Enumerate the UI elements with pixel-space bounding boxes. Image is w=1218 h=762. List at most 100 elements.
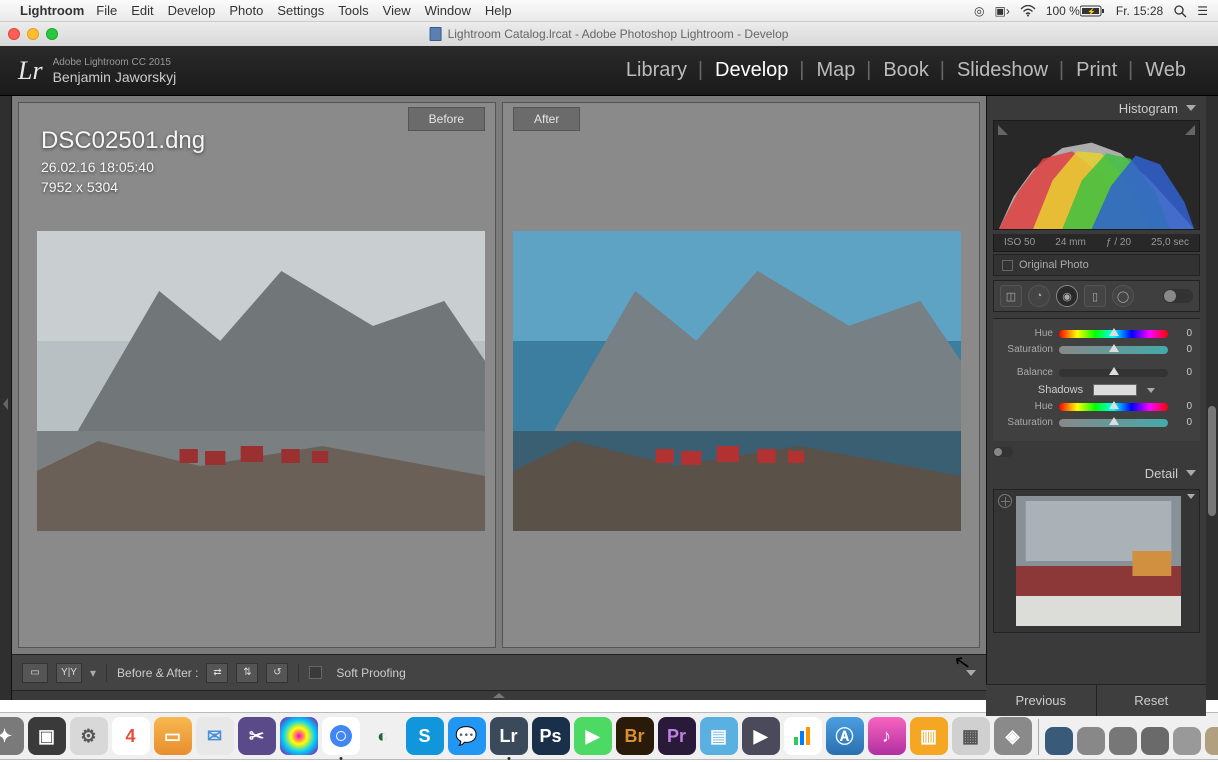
dock-stack-6[interactable] xyxy=(1205,727,1218,755)
dock-stack-1[interactable] xyxy=(1045,727,1073,755)
wifi-icon[interactable] xyxy=(1020,5,1036,17)
module-print[interactable]: Print xyxy=(1062,59,1131,82)
menubar-app-name[interactable]: Lightroom xyxy=(20,3,84,18)
window-minimize-button[interactable] xyxy=(27,28,39,40)
menu-edit[interactable]: Edit xyxy=(131,3,153,18)
shadows-color-swatch[interactable] xyxy=(1093,384,1137,396)
module-library[interactable]: Library xyxy=(612,59,701,82)
dock-mail[interactable]: ✉ xyxy=(196,717,234,755)
dock-stack-5[interactable] xyxy=(1173,727,1201,755)
shadows-hue-slider[interactable] xyxy=(1059,403,1168,411)
saturation-slider[interactable] xyxy=(1059,346,1168,354)
dock-safari[interactable]: ✦ xyxy=(0,717,24,755)
dock-itunes[interactable]: ♪ xyxy=(868,717,906,755)
ba-mode-1-button[interactable]: ⇄ xyxy=(206,663,228,683)
scrollbar-thumb[interactable] xyxy=(1208,406,1216,516)
dock-messages[interactable]: 💬 xyxy=(448,717,486,755)
detail-target-icon[interactable] xyxy=(998,494,1012,508)
dock-imageoptim[interactable]: ▦ xyxy=(952,717,990,755)
dock-facetime[interactable]: ▶ xyxy=(574,717,612,755)
dock-stack-2[interactable] xyxy=(1077,727,1105,755)
dock-settings[interactable]: ⚙ xyxy=(70,717,108,755)
dock-terminal[interactable]: ▣ xyxy=(28,717,66,755)
module-book[interactable]: Book xyxy=(869,59,943,82)
spot-removal-tool[interactable]: ◔ xyxy=(1028,285,1050,307)
before-after-yy-button[interactable]: Y|Y xyxy=(56,663,82,683)
dock-stack-3[interactable] xyxy=(1109,727,1137,755)
detail-zoom-icon[interactable] xyxy=(1187,494,1195,499)
dock-numbers[interactable] xyxy=(784,717,822,755)
dock-ibooks[interactable]: ▥ xyxy=(910,717,948,755)
right-panel-scrollbar[interactable] xyxy=(1206,96,1218,700)
before-panel[interactable]: Before DSC02501.dng 26.02.16 18:05:40 79… xyxy=(18,102,496,648)
before-after-dropdown-icon[interactable]: ▾ xyxy=(90,666,96,680)
menu-photo[interactable]: Photo xyxy=(229,3,263,18)
original-photo-row[interactable]: Original Photo xyxy=(993,254,1200,276)
dock-chrome[interactable] xyxy=(322,717,360,755)
dock-photos[interactable] xyxy=(280,717,318,755)
radial-filter-tool[interactable]: ◯ xyxy=(1112,285,1134,307)
menu-settings[interactable]: Settings xyxy=(277,3,324,18)
dock-calendar[interactable]: 4 xyxy=(112,717,150,755)
original-photo-checkbox[interactable] xyxy=(1002,260,1013,271)
spotlight-icon[interactable] xyxy=(1173,4,1187,18)
creative-cloud-icon[interactable]: ◎ xyxy=(974,4,984,18)
hue-slider[interactable] xyxy=(1059,330,1168,338)
soft-proofing-checkbox[interactable] xyxy=(309,666,322,679)
menubar-clock[interactable]: Fr. 15:28 xyxy=(1116,4,1163,18)
detail-panel-header[interactable]: Detail xyxy=(987,461,1206,485)
dock-skype[interactable]: S xyxy=(406,717,444,755)
detail-100pct-preview[interactable] xyxy=(1016,496,1181,626)
dock-dropbox[interactable]: ◈ xyxy=(994,717,1032,755)
crop-tool[interactable]: ◫ xyxy=(1000,285,1022,307)
tool-toggle[interactable] xyxy=(1163,289,1193,303)
dock-bridge[interactable]: Br xyxy=(616,717,654,755)
left-panel-collapsed[interactable] xyxy=(0,96,12,700)
dock-lightroom[interactable]: Lr xyxy=(490,717,528,755)
loupe-view-button[interactable]: ▭ xyxy=(22,663,48,683)
histogram[interactable] xyxy=(993,120,1200,230)
menu-file[interactable]: File xyxy=(96,3,117,18)
window-close-button[interactable] xyxy=(8,28,20,40)
redeye-tool[interactable]: ◉ xyxy=(1056,285,1078,307)
module-web[interactable]: Web xyxy=(1131,59,1200,82)
dock-stack-4[interactable] xyxy=(1141,727,1169,755)
shadows-sat-slider[interactable] xyxy=(1059,419,1168,427)
balance-slider[interactable] xyxy=(1059,369,1168,377)
previous-button[interactable]: Previous xyxy=(986,685,1097,716)
shadow-clipping-icon[interactable] xyxy=(998,125,1008,135)
menu-window[interactable]: Window xyxy=(425,3,471,18)
screen-record-icon[interactable]: ▣› xyxy=(994,4,1009,18)
menu-view[interactable]: View xyxy=(383,3,411,18)
menu-help[interactable]: Help xyxy=(485,3,512,18)
battery-status[interactable]: 100 % ⚡ xyxy=(1046,4,1106,18)
module-map[interactable]: Map xyxy=(802,59,869,82)
filmstrip-collapse-handle[interactable] xyxy=(12,690,986,700)
ba-mode-2-button[interactable]: ⇅ xyxy=(236,663,258,683)
panel-collapse-icon[interactable] xyxy=(1186,470,1196,476)
ba-mode-3-button[interactable]: ↺ xyxy=(266,663,288,683)
dock-premiere[interactable]: Pr xyxy=(658,717,696,755)
dock-quicktime[interactable]: ▶ xyxy=(742,717,780,755)
module-slideshow[interactable]: Slideshow xyxy=(943,59,1062,82)
highlight-clipping-icon[interactable] xyxy=(1185,125,1195,135)
histogram-panel-header[interactable]: Histogram xyxy=(987,96,1206,120)
after-panel[interactable]: After xyxy=(502,102,980,648)
shadows-collapse-icon[interactable] xyxy=(1147,388,1155,393)
dock-preview[interactable]: ▤ xyxy=(700,717,738,755)
menu-develop[interactable]: Develop xyxy=(168,3,216,18)
graduated-filter-tool[interactable]: ▯ xyxy=(1084,285,1106,307)
identity-plate[interactable]: Benjamin Jaworskyj xyxy=(53,69,177,85)
dock-photoshop[interactable]: Ps xyxy=(532,717,570,755)
menu-tools[interactable]: Tools xyxy=(338,3,368,18)
panel-enable-switch[interactable] xyxy=(993,447,1013,457)
dock-screenshot[interactable]: ✂ xyxy=(238,717,276,755)
module-develop[interactable]: Develop xyxy=(701,59,802,82)
notification-center-icon[interactable]: ☰ xyxy=(1197,4,1208,18)
toolbar-options-dropdown-icon[interactable] xyxy=(966,670,976,676)
window-zoom-button[interactable] xyxy=(46,28,58,40)
panel-collapse-icon[interactable] xyxy=(1186,105,1196,111)
dock-contacts[interactable]: ▭ xyxy=(154,717,192,755)
reset-button[interactable]: Reset xyxy=(1097,685,1207,716)
dock-appstore[interactable]: Ⓐ xyxy=(826,717,864,755)
